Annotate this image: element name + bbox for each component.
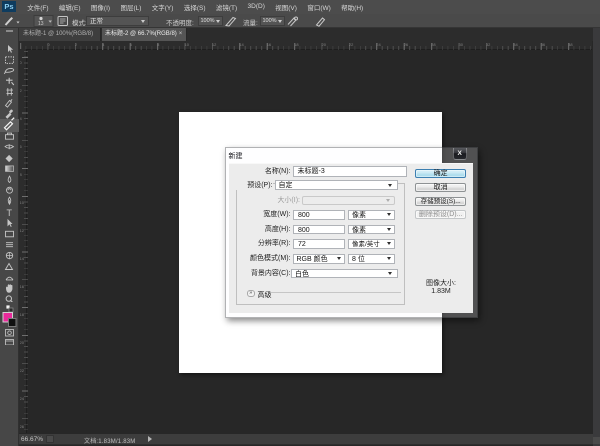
svg-text:T: T bbox=[7, 208, 13, 218]
svg-text:13: 13 bbox=[38, 21, 44, 27]
